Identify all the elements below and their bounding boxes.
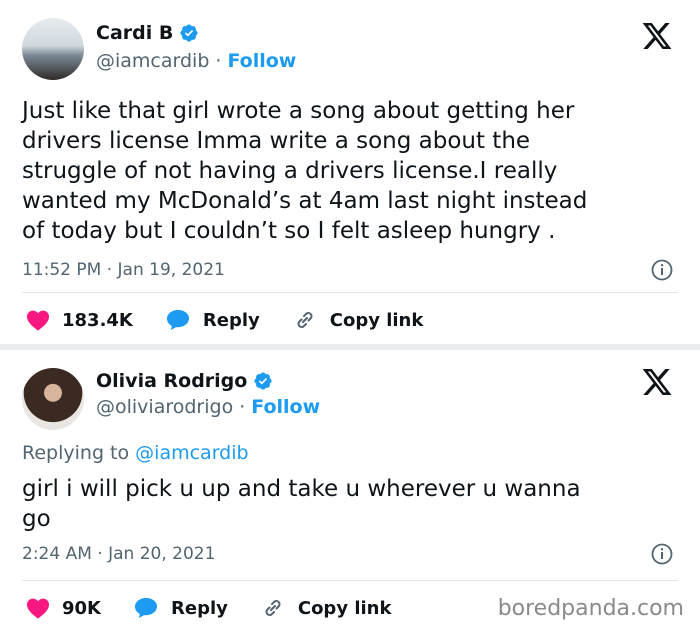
watermark: boredpanda.com	[497, 596, 684, 621]
follow-button[interactable]: Follow	[251, 396, 320, 418]
tweet-line: struggle of not having a drivers license…	[22, 158, 558, 184]
divider	[22, 292, 678, 293]
x-logo-icon[interactable]	[640, 366, 674, 398]
like-count: 183.4K	[62, 309, 133, 331]
timestamp[interactable]: 11:52 PM · Jan 19, 2021	[22, 260, 225, 280]
verified-badge-icon	[180, 24, 198, 42]
tweet-separator	[0, 344, 700, 350]
avatar-cardi-b[interactable]	[22, 18, 84, 80]
action-bar: 183.4K Reply Copy link	[26, 308, 423, 332]
tweet-line: drivers license Imma write a song about …	[22, 128, 531, 154]
reply-bubble-icon	[135, 598, 157, 618]
replying-to: Replying to @iamcardib	[22, 442, 249, 464]
dot-separator: ·	[239, 396, 246, 418]
follow-button[interactable]: Follow	[227, 50, 296, 72]
avatar-olivia-rodrigo[interactable]	[22, 368, 84, 430]
reply-label: Reply	[202, 309, 260, 331]
divider	[22, 580, 678, 581]
author-name[interactable]: Olivia Rodrigo	[96, 370, 247, 392]
tweet-text: girl i will pick u up and take u whereve…	[22, 474, 581, 534]
author-row: Cardi B	[96, 22, 199, 44]
info-icon[interactable]	[650, 258, 674, 282]
action-bar: 90K Reply Copy link	[26, 596, 391, 620]
like-count: 90K	[62, 597, 101, 619]
verified-badge-icon	[254, 372, 272, 390]
like-button[interactable]: 90K	[26, 597, 101, 619]
x-logo-icon[interactable]	[640, 20, 674, 52]
reply-button[interactable]: Reply	[133, 596, 228, 620]
copy-link-label: Copy link	[329, 309, 424, 331]
author-row: Olivia Rodrigo	[96, 370, 273, 392]
info-icon[interactable]	[650, 542, 674, 566]
replying-handle[interactable]: @iamcardib	[135, 442, 248, 464]
author-handle[interactable]: @iamcardib	[96, 50, 209, 72]
copy-link-label: Copy link	[297, 597, 392, 619]
tweet-line: Just like that girl wrote a song about g…	[22, 98, 575, 124]
reply-bubble-icon	[166, 310, 189, 330]
tweet-line: of today but I couldn’t so I felt asleep…	[22, 218, 556, 244]
tweet-line: girl i will pick u up and take u whereve…	[22, 476, 581, 502]
author-handle[interactable]: @oliviarodrigo	[96, 396, 233, 418]
author-name[interactable]: Cardi B	[96, 22, 173, 44]
reply-label: Reply	[171, 597, 228, 619]
tweet-cardi-b: Cardi B @iamcardib · Follow Just like th…	[0, 0, 700, 344]
dot-separator: ·	[215, 50, 222, 72]
handle-row: @iamcardib · Follow	[96, 50, 296, 72]
link-icon	[297, 312, 313, 328]
tweet-line: wanted my McDonald’s at 4am last night i…	[22, 188, 588, 214]
copy-link-button[interactable]: Copy link	[260, 596, 392, 620]
reply-button[interactable]: Reply	[165, 308, 260, 332]
tweet-text: Just like that girl wrote a song about g…	[22, 96, 587, 246]
timestamp[interactable]: 2:24 AM · Jan 20, 2021	[22, 544, 215, 564]
like-button[interactable]: 183.4K	[26, 309, 133, 331]
heart-icon	[27, 310, 49, 331]
copy-link-button[interactable]: Copy link	[292, 308, 424, 332]
link-icon	[265, 600, 281, 616]
tweet-line: go	[22, 506, 51, 532]
handle-row: @oliviarodrigo · Follow	[96, 396, 320, 418]
replying-prefix: Replying to	[22, 442, 130, 464]
heart-icon	[27, 598, 49, 619]
